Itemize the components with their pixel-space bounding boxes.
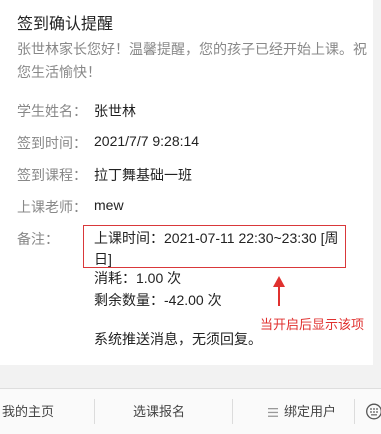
highlight-box xyxy=(83,225,346,268)
tab-divider xyxy=(354,399,355,424)
field-value: 2021/7/7 9:28:14 xyxy=(94,133,200,149)
message-intro: 张世林家长您好！温馨提醒，您的孩子已经开始上课。祝您生活愉快！ xyxy=(17,41,367,80)
keyboard-icon[interactable] xyxy=(366,403,381,420)
message-title: 签到确认提醒 xyxy=(17,16,114,33)
tab-bind-user[interactable]: 绑定用户 xyxy=(252,389,352,434)
tab-divider xyxy=(94,399,95,424)
tab-home[interactable]: 我的主页 xyxy=(0,389,56,434)
field-label: 上课老师： xyxy=(17,199,87,215)
field-value: 张世林 xyxy=(94,103,136,119)
bottom-menu: 我的主页 选课报名 绑定用户 xyxy=(0,389,381,434)
tab-bind-user-label: 绑定用户 xyxy=(283,404,336,419)
field-value: 拉丁舞基础一班 xyxy=(94,167,192,183)
remark-remaining: 剩余数量：-42.00 次 xyxy=(94,292,222,308)
tab-divider xyxy=(232,399,233,424)
field-value: mew xyxy=(94,197,124,213)
remark-consumed: 消耗：1.00 次 xyxy=(94,270,182,286)
tab-course-signup[interactable]: 选课报名 xyxy=(115,389,203,434)
field-label: 备注： xyxy=(17,231,59,247)
menu-icon xyxy=(267,408,278,417)
field-label: 签到课程： xyxy=(17,167,87,183)
annotation-note: 当开启后显示该项 xyxy=(260,317,365,332)
field-label: 签到时间： xyxy=(17,135,87,151)
message-card: 签到确认提醒 张世林家长您好！温馨提醒，您的孩子已经开始上课。祝您生活愉快！ 学… xyxy=(0,0,373,365)
arrow-up-icon xyxy=(273,276,285,306)
system-note: 系统推送消息，无须回复。 xyxy=(94,331,262,347)
scrollbar-gutter xyxy=(373,0,381,388)
field-label: 学生姓名： xyxy=(17,103,87,119)
